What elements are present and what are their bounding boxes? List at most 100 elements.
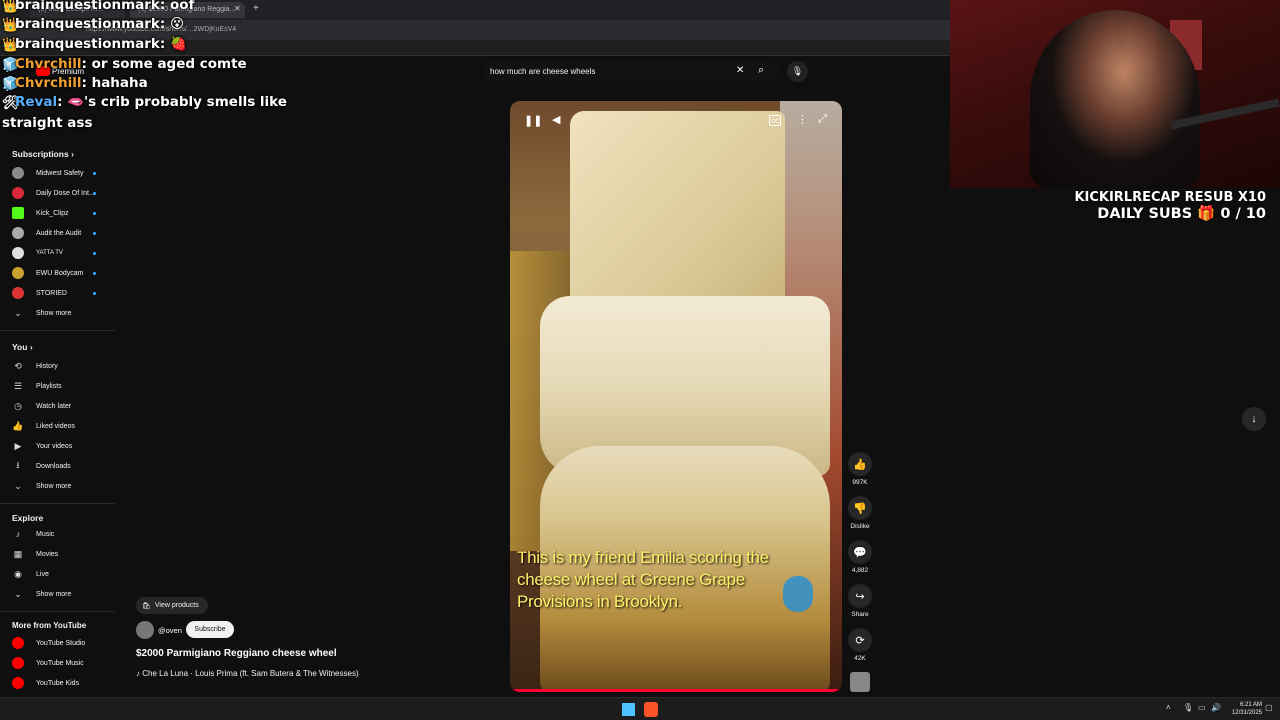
more-options-icon[interactable]: ⋮ (797, 113, 808, 126)
sidebar-item-subscription[interactable]: Audit the Audit (12, 225, 112, 241)
crown-icon: 👑 (2, 17, 19, 33)
clear-search-icon[interactable]: ✕ (736, 65, 744, 76)
live-icon: ◉ (14, 568, 22, 579)
brave-browser-icon[interactable] (644, 702, 658, 717)
channel-avatar (12, 207, 24, 219)
divider (0, 503, 115, 504)
more-from-youtube-heading: More from YouTube (12, 621, 87, 630)
webcam-feed (950, 0, 1280, 188)
streamer (1030, 10, 1200, 188)
windows-start-icon[interactable] (622, 703, 635, 716)
chevron-down-icon: ⌄ (14, 480, 22, 491)
resub-text: KICKIRLRECAP RESUB X10 (1074, 190, 1266, 205)
badge-icon: 🧊 (2, 57, 19, 73)
you-heading[interactable]: You › (12, 342, 33, 352)
channel-avatar (12, 287, 24, 299)
dislike-button[interactable]: 👎 (848, 496, 872, 520)
sidebar-item-subscription[interactable]: STORIED (12, 285, 112, 301)
new-tab-icon[interactable]: + (253, 3, 259, 14)
sidebar-item-music[interactable]: ♪ Music (12, 526, 112, 542)
pause-icon[interactable]: ❚❚ (524, 114, 542, 127)
chat-text: : hahaha (81, 75, 148, 91)
thumbs-down-icon: 👎 (853, 502, 867, 515)
chevron-down-icon: ⌄ (14, 307, 22, 318)
search-input[interactable]: how much are cheese wheels (490, 67, 595, 76)
sidebar-item-history[interactable]: ⟲ History (12, 358, 112, 374)
chat-username: Chvrchill (15, 56, 82, 72)
volume-icon[interactable]: ◀ (552, 113, 560, 126)
channel-avatar[interactable] (136, 621, 154, 639)
view-products-button[interactable]: 🛍 View products (136, 597, 208, 614)
comments-button[interactable]: 💬 (848, 540, 872, 564)
microphone-icon[interactable]: 🎙 (787, 61, 808, 82)
chat-username: brainquestionmark (15, 36, 160, 52)
remix-button[interactable]: ⟳ (848, 628, 872, 652)
chat-message: 👑brainquestionmark: 😵 (2, 16, 184, 33)
chat-username: Reval (15, 94, 58, 110)
network-icon[interactable]: ▭ (1198, 703, 1206, 712)
chat-message: 👑brainquestionmark: oof (2, 0, 194, 14)
share-button[interactable]: ↪ (848, 584, 872, 608)
sidebar-item-downloads[interactable]: ⭳ Downloads (12, 458, 112, 474)
sidebar-item-playlists[interactable]: ☰ Playlists (12, 378, 112, 394)
thumbs-up-icon: 👍 (12, 420, 24, 431)
chevron-right-icon: › (29, 342, 33, 352)
arrow-down-icon[interactable]: ↓ (1242, 407, 1266, 431)
show-more-button[interactable]: ⌄ Show more (12, 305, 112, 321)
fullscreen-icon[interactable]: ⤢ (818, 113, 827, 126)
chat-text: : or some aged comte (81, 56, 247, 72)
sound-attribution[interactable]: ♪ Che La Luna · Louis Prima (ft. Sam But… (136, 669, 359, 678)
video-icon: ▶ (14, 440, 22, 451)
channel-handle[interactable]: @oven (158, 626, 182, 635)
sidebar-item-youtube-studio[interactable]: YouTube Studio (12, 635, 112, 651)
sidebar-item-subscription[interactable]: YATTA TV (12, 245, 112, 261)
thumbs-up-icon: 👍 (853, 458, 867, 471)
history-icon: ⟲ (14, 360, 22, 371)
chat-username: brainquestionmark (15, 0, 160, 13)
sidebar-item-your-videos[interactable]: ▶ Your videos (12, 438, 112, 454)
show-more-button[interactable]: ⌄ Show more (12, 586, 112, 602)
channel-avatar (12, 187, 24, 199)
chevron-right-icon: › (71, 149, 74, 159)
search-icon[interactable]: ⌕ (758, 64, 764, 77)
chat-message: 🧊Chvrchill: hahaha (2, 75, 148, 92)
playlists-icon: ☰ (13, 380, 23, 391)
share-label: Share (851, 611, 869, 618)
subscriptions-heading[interactable]: Subscriptions › (12, 149, 74, 159)
close-tab-icon[interactable]: ✕ (234, 4, 241, 13)
like-button[interactable]: 👍 (848, 452, 872, 476)
comment-count: 4,882 (851, 567, 869, 574)
chat-message: 👑brainquestionmark: 🍓 (2, 36, 187, 53)
divider (0, 611, 115, 612)
notification-icon[interactable]: ▢ (1265, 703, 1273, 712)
chevron-down-icon: ⌄ (14, 588, 22, 599)
sidebar-item-subscription[interactable]: Kick_Clipz (12, 205, 112, 221)
sidebar-item-live[interactable]: ◉ Live (12, 566, 112, 582)
like-count: 997K (852, 479, 868, 486)
sound-thumbnail[interactable] (850, 672, 870, 692)
progress-bar[interactable] (510, 689, 842, 692)
sidebar-item-subscription[interactable]: EWU Bodycam (12, 265, 112, 281)
share-icon: ↪ (855, 590, 865, 603)
cheese-label-sticker (783, 576, 813, 612)
speaker-icon[interactable]: 🔊 (1211, 703, 1221, 712)
captions-icon[interactable]: cc (769, 115, 781, 126)
show-more-button[interactable]: ⌄ Show more (12, 478, 112, 494)
sidebar-item-subscription[interactable]: Daily Dose Of Int... (12, 185, 112, 201)
sidebar-item-youtube-music[interactable]: YouTube Music (12, 655, 112, 671)
chat-text: straight ass (2, 115, 93, 131)
sidebar-item-movies[interactable]: ▦ Movies (12, 546, 112, 562)
clock-icon: ◷ (14, 400, 22, 411)
sidebar-item-subscription[interactable]: Midwest Safety (12, 165, 112, 181)
chevron-up-icon[interactable]: ˄ (1166, 703, 1171, 712)
microphone-icon[interactable]: 🎙 (1183, 703, 1193, 712)
sidebar-item-watch-later[interactable]: ◷ Watch later (12, 398, 112, 414)
youtube-studio-icon (12, 637, 24, 649)
crown-icon: 👑 (2, 0, 19, 14)
sidebar-item-youtube-kids[interactable]: YouTube Kids (12, 675, 112, 691)
chat-username: Chvrchill (15, 75, 82, 91)
sidebar-item-liked-videos[interactable]: 👍 Liked videos (12, 418, 112, 434)
clock[interactable]: 6:21 AM 12/31/2025 (1222, 701, 1262, 717)
subscribe-button[interactable]: Subscribe (186, 621, 234, 638)
remix-icon: ⟳ (855, 634, 865, 647)
